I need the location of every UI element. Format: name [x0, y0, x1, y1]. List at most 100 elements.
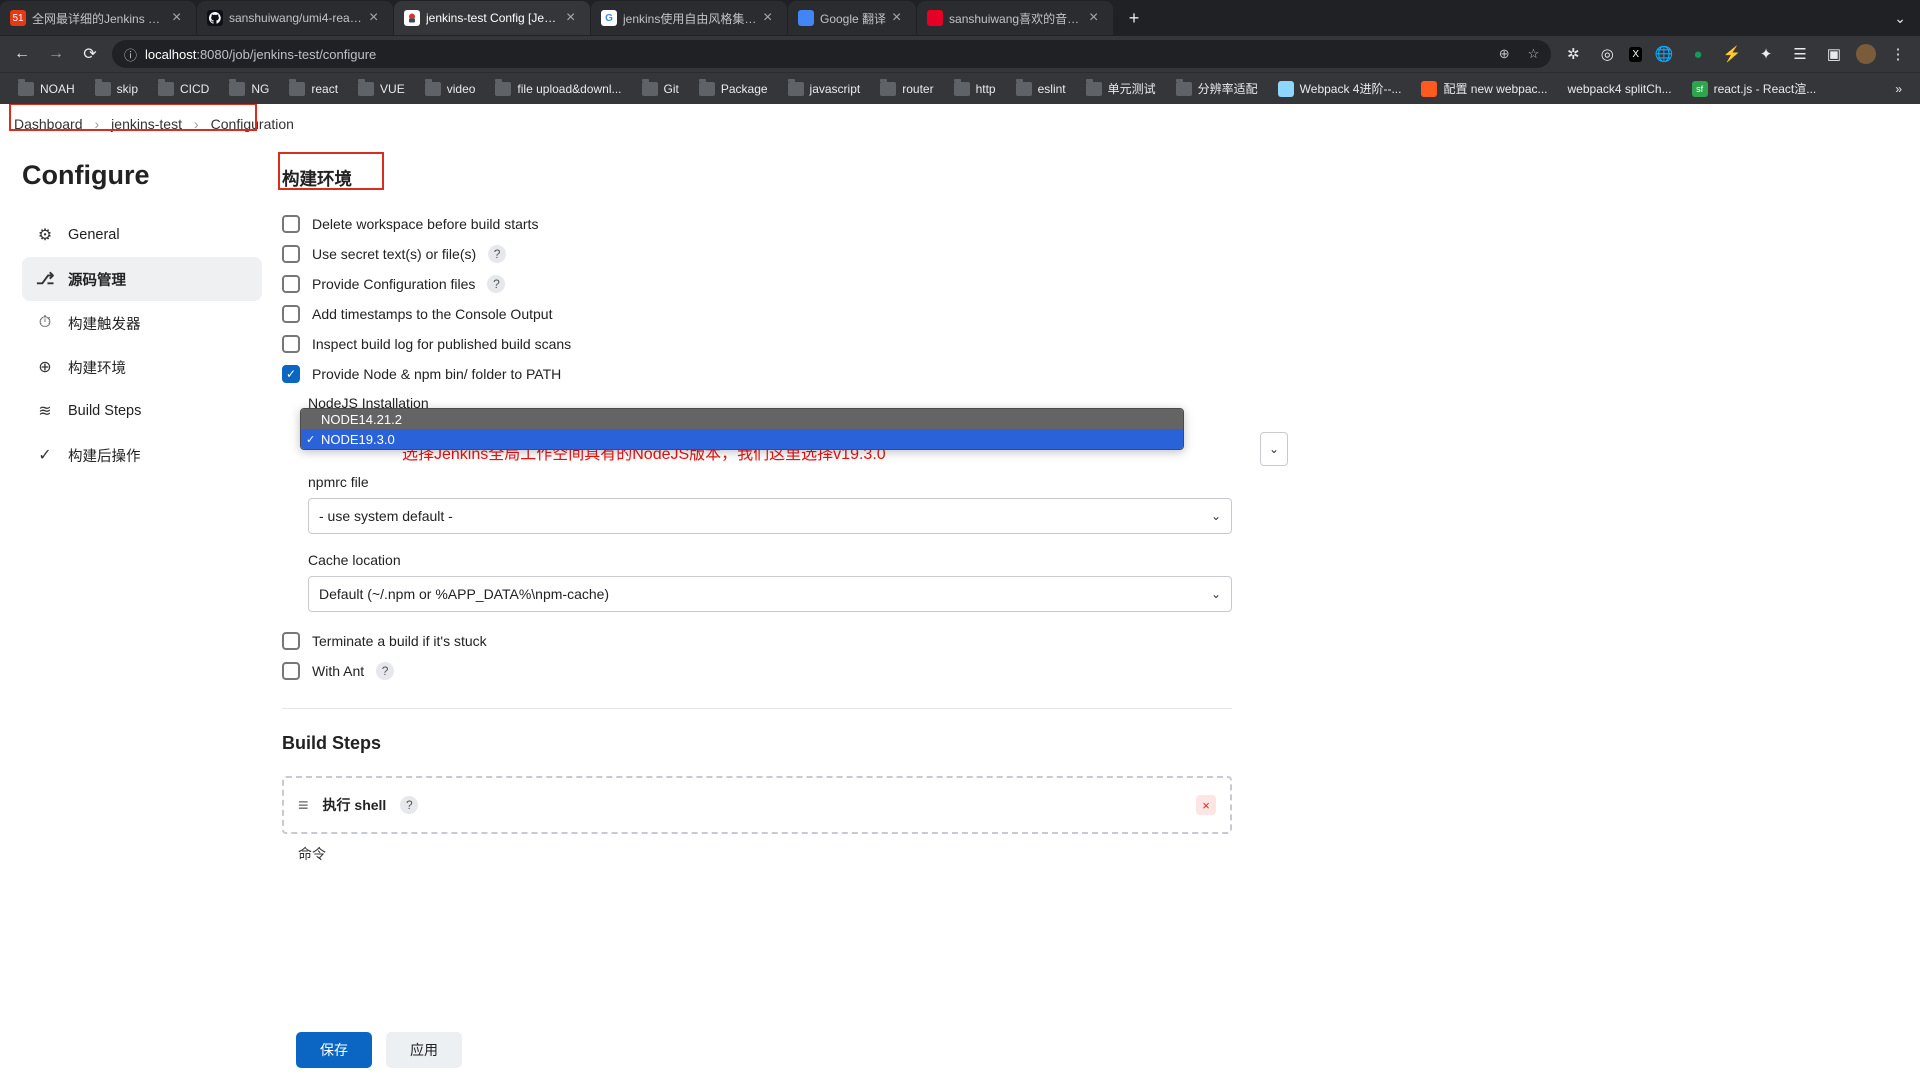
checkbox[interactable]	[282, 215, 300, 233]
tab-4[interactable]: Google 翻译 ×	[788, 1, 916, 35]
checkbox[interactable]	[282, 632, 300, 650]
close-icon[interactable]: ×	[369, 10, 383, 26]
bookmark-folder[interactable]: eslint	[1008, 78, 1074, 100]
apply-button[interactable]: 应用	[386, 1032, 462, 1068]
ext-icon-6[interactable]: ⚡	[1720, 45, 1744, 63]
bookmark-folder[interactable]: 单元测试	[1078, 76, 1164, 101]
npmrc-select[interactable]: - use system default -⌄	[308, 498, 1232, 534]
checkbox[interactable]	[282, 305, 300, 323]
ext-icon-4[interactable]: 🌐	[1652, 45, 1676, 63]
profile-avatar[interactable]	[1856, 44, 1876, 64]
sidebar-item-env[interactable]: ⊕构建环境	[22, 345, 262, 389]
opt-ant[interactable]: With Ant?	[282, 662, 1232, 680]
close-icon[interactable]: ×	[566, 10, 580, 26]
dropdown-option-selected[interactable]: ✓NODE19.3.0	[301, 429, 1183, 449]
opt-config-files[interactable]: Provide Configuration files?	[282, 275, 1232, 293]
close-icon[interactable]: ×	[1089, 10, 1103, 26]
dropdown-option[interactable]: NODE14.21.2	[301, 409, 1183, 429]
sidebar-item-steps[interactable]: ≋Build Steps	[22, 389, 262, 433]
sidebar-item-triggers[interactable]: ⏱构建触发器	[22, 301, 262, 345]
bookmark-folder[interactable]: skip	[87, 78, 146, 100]
address-bar[interactable]: ⓘ localhost:8080/job/jenkins-test/config…	[112, 40, 1551, 68]
select-chevron[interactable]: ⌄	[1260, 432, 1288, 466]
opt-terminate[interactable]: Terminate a build if it's stuck	[282, 632, 1232, 650]
crumb-dashboard[interactable]: Dashboard	[14, 116, 83, 132]
sidebar: Configure ⚙General ⎇源码管理 ⏱构建触发器 ⊕构建环境 ≋B…	[22, 144, 262, 864]
sidebar-item-scm[interactable]: ⎇源码管理	[22, 257, 262, 301]
checkbox[interactable]	[282, 335, 300, 353]
side-panel-icon[interactable]: ▣	[1822, 45, 1846, 63]
checkbox[interactable]	[282, 245, 300, 263]
bookmarks-bar: NOAH skip CICD NG react VUE video file u…	[0, 72, 1920, 104]
cache-select[interactable]: Default (~/.npm or %APP_DATA%\npm-cache)…	[308, 576, 1232, 612]
bookmark-folder[interactable]: Git	[634, 78, 687, 100]
bookmark-link[interactable]: sfreact.js - React渲...	[1684, 76, 1825, 101]
close-icon[interactable]: ×	[892, 10, 906, 26]
help-icon[interactable]: ?	[400, 796, 418, 814]
checkbox[interactable]: ✓	[282, 365, 300, 383]
build-step-shell[interactable]: ≡ 执行 shell ? ×	[282, 776, 1232, 834]
bookmark-folder[interactable]: file upload&downl...	[487, 78, 629, 100]
site-info-icon[interactable]: ⓘ	[124, 45, 137, 64]
sidebar-item-post[interactable]: ✓构建后操作	[22, 433, 262, 477]
bookmark-folder[interactable]: video	[417, 78, 484, 100]
extensions-icon[interactable]: ✦	[1754, 45, 1778, 63]
bookmark-folder[interactable]: router	[872, 78, 941, 100]
opt-node[interactable]: ✓Provide Node & npm bin/ folder to PATH	[282, 365, 1232, 383]
forward-button[interactable]: →	[44, 45, 68, 63]
menu-icon[interactable]: ⋮	[1886, 45, 1910, 63]
bookmark-star-icon[interactable]: ☆	[1528, 46, 1540, 62]
tab-1[interactable]: sanshuiwang/umi4-react-temp ×	[197, 1, 393, 35]
save-button[interactable]: 保存	[296, 1032, 372, 1068]
bookmark-folder[interactable]: CICD	[150, 78, 217, 100]
close-icon[interactable]: ×	[172, 10, 186, 26]
bookmark-link[interactable]: Webpack 4进阶--...	[1270, 76, 1410, 101]
opt-delete-ws[interactable]: Delete workspace before build starts	[282, 215, 1232, 233]
bookmark-folder[interactable]: Package	[691, 78, 776, 100]
bookmark-overflow[interactable]: »	[1887, 82, 1910, 96]
help-icon[interactable]: ?	[376, 662, 394, 680]
help-icon[interactable]: ?	[488, 245, 506, 263]
bookmark-folder[interactable]: react	[281, 78, 346, 100]
tab-3[interactable]: G jenkins使用自由风格集成react项 ×	[591, 1, 787, 35]
bookmark-folder[interactable]: VUE	[350, 78, 413, 100]
ext-icon-3[interactable]: X	[1629, 47, 1642, 62]
opt-inspect[interactable]: Inspect build log for published build sc…	[282, 335, 1232, 353]
ext-icon-2[interactable]: ◎	[1595, 45, 1619, 63]
opt-timestamps[interactable]: Add timestamps to the Console Output	[282, 305, 1232, 323]
bookmark-folder[interactable]: http	[946, 78, 1004, 100]
tab-2[interactable]: jenkins-test Config [Jenkins] ×	[394, 1, 590, 35]
checkbox[interactable]	[282, 662, 300, 680]
bookmark-link[interactable]: webpack4 splitCh...	[1560, 78, 1680, 100]
bookmark-link[interactable]: 配置 new webpac...	[1413, 76, 1555, 101]
drag-handle-icon[interactable]: ≡	[298, 795, 309, 816]
opt-secret[interactable]: Use secret text(s) or file(s)?	[282, 245, 1232, 263]
install-icon[interactable]: ⊕	[1499, 46, 1510, 62]
reading-list-icon[interactable]: ☰	[1788, 45, 1812, 63]
checkbox[interactable]	[282, 275, 300, 293]
reload-button[interactable]: ⟳	[78, 44, 102, 64]
favicon	[404, 10, 420, 26]
close-icon[interactable]: ×	[763, 10, 777, 26]
bookmark-folder[interactable]: NG	[221, 78, 277, 100]
back-button[interactable]: ←	[10, 45, 34, 63]
select-value: Default (~/.npm or %APP_DATA%\npm-cache)	[319, 586, 609, 602]
cache-label: Cache location	[308, 552, 1232, 568]
sidebar-item-general[interactable]: ⚙General	[22, 213, 262, 257]
crumb-job[interactable]: jenkins-test	[111, 116, 182, 132]
tab-0[interactable]: 51 全网最详细的Jenkins 持续集成教 ×	[0, 1, 196, 35]
tab-5[interactable]: sanshuiwang喜欢的音乐 - 歌单 ×	[917, 1, 1113, 35]
window-menu[interactable]: ⌄	[1880, 10, 1920, 27]
crumb-config[interactable]: Configuration	[211, 116, 294, 132]
new-tab-button[interactable]: +	[1120, 4, 1148, 32]
delete-step-button[interactable]: ×	[1196, 795, 1216, 815]
help-icon[interactable]: ?	[487, 275, 505, 293]
section-title-env: 构建环境	[282, 160, 1232, 197]
bookmark-folder[interactable]: NOAH	[10, 78, 83, 100]
sidebar-item-label: 构建触发器	[68, 313, 141, 334]
ext-icon-5[interactable]: ●	[1686, 46, 1710, 63]
bookmark-folder[interactable]: javascript	[780, 78, 869, 100]
ext-icon-1[interactable]: ✲	[1561, 45, 1585, 63]
node-install-dropdown[interactable]: NODE14.21.2 ✓NODE19.3.0	[300, 408, 1184, 450]
bookmark-folder[interactable]: 分辨率适配	[1168, 76, 1266, 101]
